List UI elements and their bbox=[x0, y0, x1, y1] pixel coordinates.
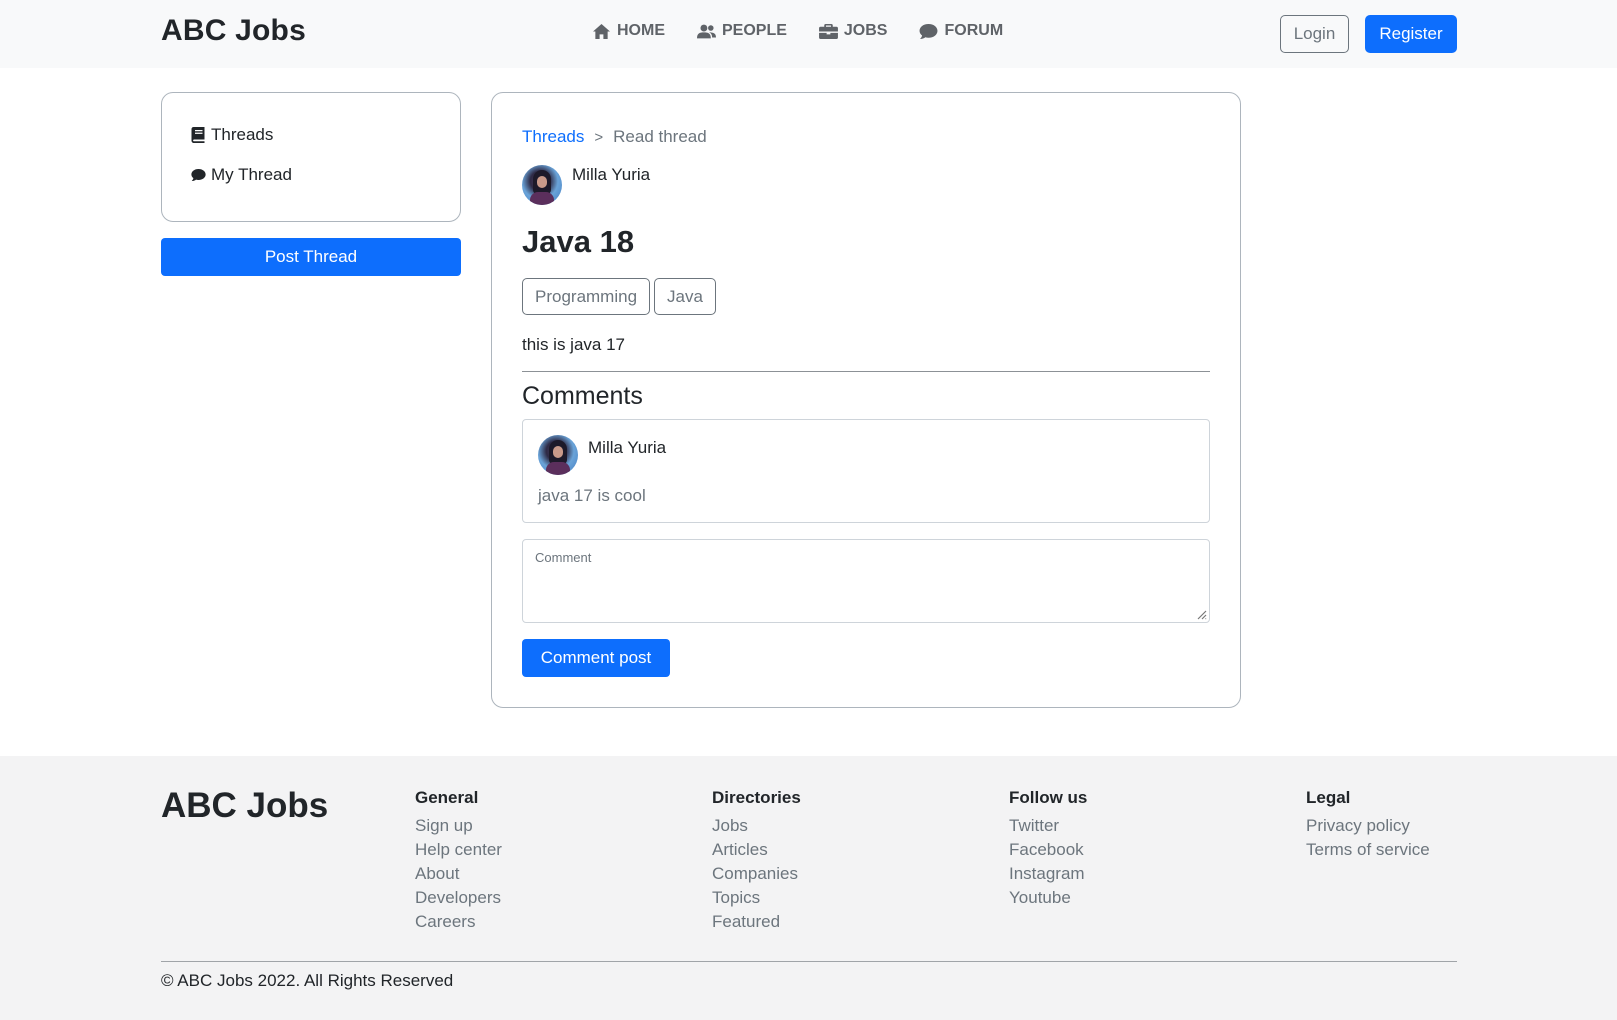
tag-badge[interactable]: Java bbox=[654, 278, 716, 315]
copyright-text: © ABC Jobs 2022. All Rights Reserved bbox=[161, 971, 454, 990]
footer-link-developers[interactable]: Developers bbox=[415, 886, 502, 910]
book-icon bbox=[191, 127, 205, 143]
footer-column-heading: Directories bbox=[712, 788, 801, 807]
post-thread-button[interactable]: Post Thread bbox=[161, 238, 461, 276]
footer-link-topics[interactable]: Topics bbox=[712, 886, 801, 910]
footer-column-heading: Follow us bbox=[1009, 788, 1088, 807]
footer-link-companies[interactable]: Companies bbox=[712, 862, 801, 886]
comment-textarea[interactable]: Comment bbox=[522, 539, 1210, 623]
thread-author-name: Milla Yuria bbox=[572, 165, 651, 184]
breadcrumb-separator: > bbox=[594, 128, 604, 146]
comment-input-label: Comment bbox=[535, 550, 592, 565]
nav-home-label: HOME bbox=[617, 22, 665, 39]
nav-links: HOME PEOPLE JOBS FORUM bbox=[592, 22, 1035, 40]
breadcrumb-threads-link[interactable]: Threads bbox=[522, 127, 584, 147]
nav-jobs[interactable]: JOBS bbox=[818, 22, 888, 40]
sidebar-item-my-thread[interactable]: My Thread bbox=[191, 165, 292, 185]
sidebar-item-threads[interactable]: Threads bbox=[191, 125, 273, 145]
resize-handle-icon[interactable] bbox=[1195, 608, 1207, 620]
comments-heading: Comments bbox=[522, 382, 643, 410]
sidebar-item-label: My Thread bbox=[211, 165, 292, 184]
tag-badge[interactable]: Programming bbox=[522, 278, 651, 315]
sidebar-item-label: Threads bbox=[211, 125, 274, 144]
divider bbox=[522, 371, 1210, 372]
comment-post-button[interactable]: Comment post bbox=[522, 639, 670, 677]
thread-tags: Programming Java bbox=[522, 278, 716, 315]
footer-column-directories: Directories Jobs Articles Companies Topi… bbox=[712, 788, 801, 934]
footer-link-twitter[interactable]: Twitter bbox=[1009, 814, 1087, 838]
nav-people[interactable]: PEOPLE bbox=[697, 22, 787, 40]
footer-column-follow-us: Follow us Twitter Facebook Instagram You… bbox=[1009, 788, 1087, 910]
sidebar-card: Threads My Thread bbox=[161, 92, 461, 222]
chat-icon bbox=[920, 23, 938, 39]
footer: ABC Jobs General Sign up Help center Abo… bbox=[0, 756, 1617, 1020]
footer-link-facebook[interactable]: Facebook bbox=[1009, 838, 1087, 862]
footer-link-privacy-policy[interactable]: Privacy policy bbox=[1306, 814, 1430, 838]
footer-link-help-center[interactable]: Help center bbox=[415, 838, 502, 862]
footer-link-terms-of-service[interactable]: Terms of service bbox=[1306, 838, 1430, 862]
thread-title: Java 18 bbox=[522, 224, 635, 259]
navbar: ABC Jobs HOME PEOPLE JOBS FORUM Login Re… bbox=[0, 0, 1617, 68]
footer-link-careers[interactable]: Careers bbox=[415, 910, 502, 934]
chat-icon bbox=[191, 169, 206, 181]
footer-link-jobs[interactable]: Jobs bbox=[712, 814, 801, 838]
footer-link-youtube[interactable]: Youtube bbox=[1009, 886, 1087, 910]
footer-link-sign-up[interactable]: Sign up bbox=[415, 814, 502, 838]
footer-link-articles[interactable]: Articles bbox=[712, 838, 801, 862]
nav-people-label: PEOPLE bbox=[722, 22, 787, 39]
footer-brand: ABC Jobs bbox=[161, 786, 329, 825]
thread-body: this is java 17 bbox=[522, 335, 625, 354]
comment-item: Milla Yuria java 17 is cool bbox=[522, 419, 1210, 523]
nav-home[interactable]: HOME bbox=[592, 22, 665, 40]
avatar bbox=[522, 165, 562, 205]
nav-jobs-label: JOBS bbox=[843, 22, 888, 39]
register-button[interactable]: Register bbox=[1365, 15, 1457, 53]
footer-column-legal: Legal Privacy policy Terms of service bbox=[1306, 788, 1430, 862]
avatar bbox=[538, 435, 578, 475]
thread-card: Threads > Read thread Milla Yuria Java 1… bbox=[491, 92, 1241, 708]
breadcrumb: Threads > Read thread bbox=[522, 127, 707, 147]
comment-text: java 17 is cool bbox=[538, 486, 646, 505]
comment-author-name: Milla Yuria bbox=[588, 438, 667, 457]
breadcrumb-current: Read thread bbox=[613, 127, 707, 146]
brand-logo[interactable]: ABC Jobs bbox=[161, 14, 306, 48]
nav-forum-label: FORUM bbox=[944, 22, 1004, 39]
footer-column-general: General Sign up Help center About Develo… bbox=[415, 788, 502, 934]
footer-link-instagram[interactable]: Instagram bbox=[1009, 862, 1087, 886]
footer-link-about[interactable]: About bbox=[415, 862, 502, 886]
nav-forum[interactable]: FORUM bbox=[919, 22, 1003, 40]
users-icon bbox=[697, 24, 716, 38]
home-icon bbox=[593, 23, 610, 39]
footer-column-heading: Legal bbox=[1306, 788, 1351, 807]
briefcase-icon bbox=[818, 23, 838, 39]
login-button[interactable]: Login bbox=[1280, 15, 1349, 53]
footer-link-featured[interactable]: Featured bbox=[712, 910, 801, 934]
footer-divider bbox=[161, 961, 1457, 962]
footer-column-heading: General bbox=[415, 788, 479, 807]
